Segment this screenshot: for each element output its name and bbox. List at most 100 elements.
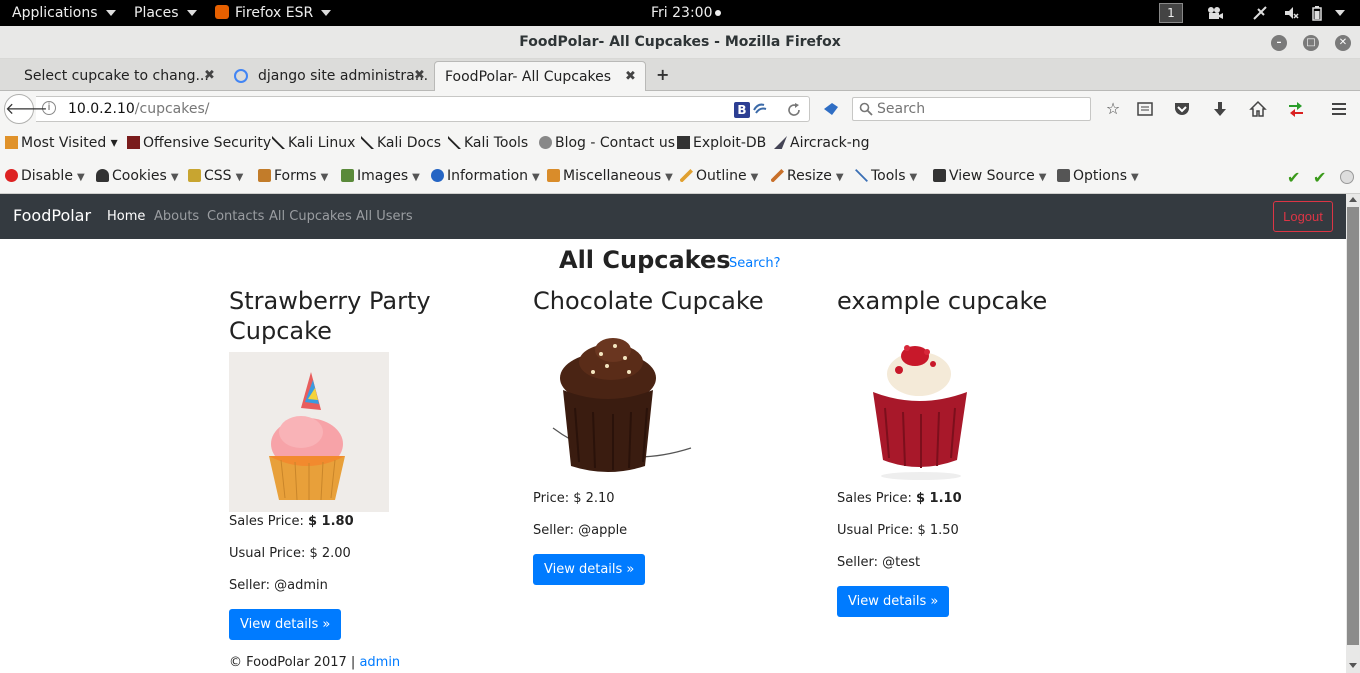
clock-label: Fri 23:00 [651,5,713,21]
navigation-toolbar: i 10.0.2.10/cupcakes/ B 🡐 ☆ [0,91,1360,127]
scroll-down-icon[interactable] [1349,663,1357,668]
close-window-button[interactable]: ✕ [1335,35,1351,51]
tab-label: django site administra... [258,68,429,84]
logout-button[interactable]: Logout [1273,201,1333,232]
view-details-button[interactable]: View details » [229,609,342,640]
network-icon[interactable] [1252,5,1268,21]
google-icon [234,69,248,83]
firefox-app-label: Firefox ESR [235,5,314,21]
bookmark-label: Most Visited ▾ [21,135,118,151]
applications-menu[interactable]: Applications [12,0,116,26]
bookmark-label: Aircrack-ng [790,135,870,151]
nav-all-cupcakes[interactable]: All Cupcakes [269,209,352,224]
home-icon[interactable] [1249,100,1267,118]
url-text[interactable]: 10.0.2.10/cupcakes/ [68,97,209,121]
reading-list-icon[interactable] [1136,100,1154,118]
nav-all-users[interactable]: All Users [356,209,413,224]
devbar-view-source[interactable]: View Source ▼ [933,168,1046,184]
view-details-button[interactable]: View details » [837,586,950,617]
devbar-images[interactable]: Images ▼ [341,168,420,184]
devbar-label: Information [447,168,529,184]
url-bar[interactable]: i 10.0.2.10/cupcakes/ B [36,96,810,122]
nav-home[interactable]: Home [107,209,145,224]
tab-select-cupcake[interactable]: Select cupcake to chang... ✖ [0,61,222,91]
cupcake-image [229,352,389,512]
site-brand[interactable]: FoodPolar [13,206,91,225]
devbar-label: CSS [204,168,232,184]
devbar-label: Images [357,168,409,184]
devbar-miscellaneous[interactable]: Miscellaneous ▼ [547,168,673,184]
system-menu-chevron-icon[interactable] [1335,10,1345,16]
tab-label: FoodPolar- All Cupcakes [445,69,612,85]
search-bar[interactable] [852,97,1091,121]
seller: Seller: @apple [533,523,628,538]
devbar-information[interactable]: Information ▼ [431,168,540,184]
hamburger-menu-icon[interactable] [1330,100,1348,118]
scroll-up-icon[interactable] [1349,197,1357,202]
devbar-outline[interactable]: Outline ▼ [680,168,758,184]
close-tab-icon[interactable]: ✖ [414,61,425,91]
places-menu[interactable]: Places [134,0,197,26]
kali-dragon-icon [448,136,461,149]
bookmark-blog-contact[interactable]: Blog - Contact us [539,135,675,151]
bookmark-aircrack[interactable]: Aircrack-ng [774,135,870,151]
clock[interactable]: Fri 23:00 [651,0,722,26]
volume-icon[interactable] [1283,5,1299,21]
wappalyzer-icon[interactable] [752,101,770,119]
workspace-indicator[interactable]: 1 [1159,0,1183,26]
back-button[interactable]: 🡐 [4,94,48,124]
scrollbar-thumb[interactable] [1347,207,1359,645]
minimize-button[interactable]: – [1271,35,1287,51]
devbar-forms[interactable]: Forms ▼ [258,168,328,184]
cupcake-card-chocolate: Chocolate Cupcake Price: $ 2.10 Seller: … [533,286,823,585]
extension-shield-icon[interactable] [822,101,840,119]
devbar-disable[interactable]: Disable ▼ [5,168,85,184]
cookies-icon [96,169,109,182]
offsec-icon [127,136,140,149]
forms-icon [258,169,271,182]
maximize-button[interactable]: □ [1303,35,1319,51]
globe-icon [539,136,552,149]
devbar-options[interactable]: Options ▼ [1057,168,1139,184]
bookmarks-toolbar: Most Visited ▾ Offensive Security Kali L… [0,127,1360,161]
chevron-down-icon: ▼ [320,172,329,183]
devbar-cookies[interactable]: Cookies ▼ [96,168,179,184]
footer-admin-link[interactable]: admin [359,655,400,670]
bookmark-exploit-db[interactable]: Exploit-DB [677,135,766,151]
css-valid-check-icon[interactable]: ✔ [1287,168,1300,187]
tab-foodpolar-all-cupcakes[interactable]: FoodPolar- All Cupcakes ✖ [434,61,646,91]
search-link[interactable]: Search? [729,256,781,271]
new-tab-button[interactable]: + [656,65,669,84]
bookmark-label: Kali Docs [377,135,442,151]
search-input[interactable] [877,100,1077,118]
kali-dragon-icon [361,136,374,149]
download-icon[interactable] [1211,100,1229,118]
devbar-tools[interactable]: Tools ▼ [855,168,917,184]
firefox-app-menu[interactable]: Firefox ESR [215,0,332,26]
nav-contacts[interactable]: Contacts [207,209,264,224]
bookmark-label: Offensive Security [143,135,272,151]
close-tab-icon[interactable]: ✖ [625,62,636,91]
battery-icon[interactable] [1309,5,1325,21]
star-bookmark-icon[interactable]: ☆ [1104,100,1122,118]
devbar-resize[interactable]: Resize ▼ [771,168,844,184]
tab-django-admin[interactable]: django site administra... ✖ [234,61,432,91]
close-tab-icon[interactable]: ✖ [204,61,215,91]
bookmark-extension-icon[interactable]: B [734,102,750,118]
status-circle-icon[interactable] [1340,170,1354,184]
reload-icon[interactable] [786,102,802,118]
view-details-button[interactable]: View details » [533,554,646,585]
pocket-icon[interactable] [1173,100,1191,118]
bookmark-kali-tools[interactable]: Kali Tools [448,135,528,151]
bookmark-kali-docs[interactable]: Kali Docs [361,135,441,151]
video-camera-icon[interactable] [1207,5,1223,21]
page-footer: © FoodPolar 2017 | admin [229,655,400,670]
proxy-switch-icon[interactable] [1287,100,1305,118]
cupcake-image [837,328,997,484]
bookmark-offensive-security[interactable]: Offensive Security [127,135,271,151]
bookmark-kali-linux[interactable]: Kali Linux [272,135,355,151]
bookmark-most-visited[interactable]: Most Visited ▾ [5,135,118,151]
devbar-css[interactable]: CSS ▼ [188,168,243,184]
html-valid-check-icon[interactable]: ✔ [1313,168,1326,187]
nav-abouts[interactable]: Abouts [154,209,199,224]
